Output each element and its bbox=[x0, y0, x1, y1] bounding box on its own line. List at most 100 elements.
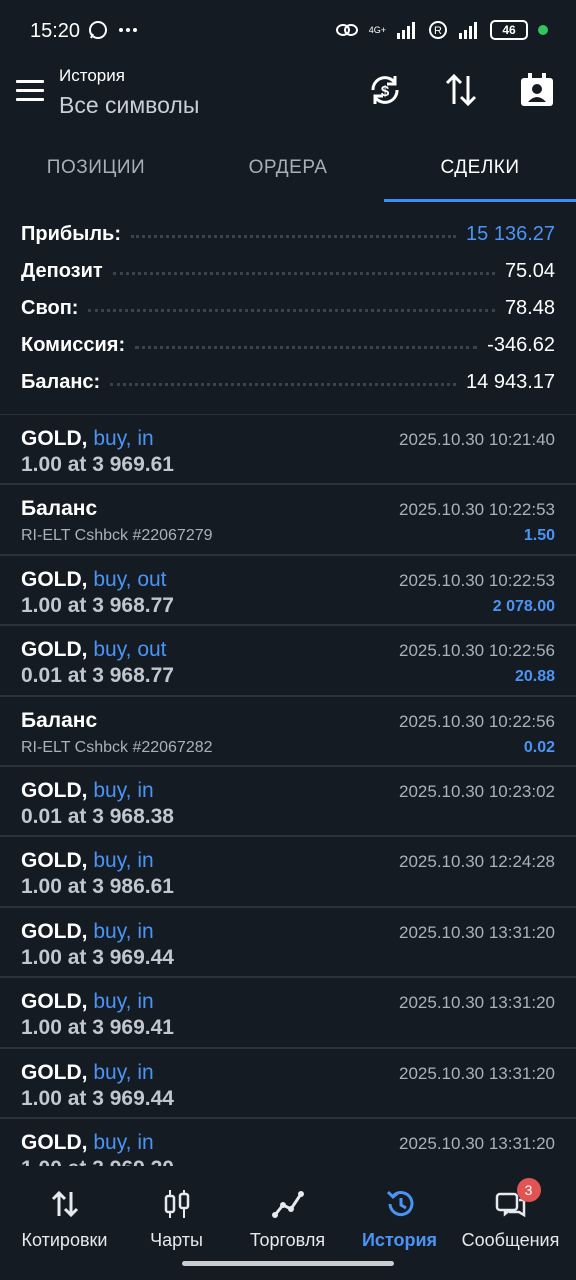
battery-icon: 46 bbox=[490, 20, 528, 40]
deposit-value: 75.04 bbox=[504, 260, 555, 282]
deal-row[interactable]: GOLD, buy, in 1.00 at 3 986.61 2025.10.30 … bbox=[0, 837, 576, 908]
trade-icon bbox=[271, 1191, 304, 1218]
registered-icon: R bbox=[429, 21, 447, 39]
deal-title: Баланс bbox=[21, 497, 97, 521]
deal-detail: 1.00 at 3 986.61 bbox=[21, 875, 174, 899]
deal-time: 2025.10.30 10:23:02 bbox=[399, 781, 555, 801]
summary-swap: Своп: 78.48 bbox=[21, 297, 555, 319]
deal-detail: 1.00 at 3 969.44 bbox=[21, 945, 174, 969]
deal-type: buy, in bbox=[93, 427, 154, 450]
deal-time: 2025.10.30 13:31:20 bbox=[399, 1063, 555, 1083]
nav-messages[interactable]: 3 Сообщения bbox=[453, 1178, 568, 1251]
deal-time: 2025.10.30 13:31:20 bbox=[399, 1133, 555, 1153]
deal-time: 2025.10.30 13:31:20 bbox=[399, 922, 555, 942]
deal-title: GOLD, buy, in bbox=[21, 1061, 154, 1085]
deal-symbol: GOLD, bbox=[21, 1130, 88, 1154]
more-icon bbox=[119, 28, 137, 32]
deal-symbol: GOLD, bbox=[21, 919, 88, 943]
history-icon bbox=[386, 1190, 413, 1217]
deal-row[interactable]: GOLD, buy, in 1.00 at 3 969.41 2025.10.30 … bbox=[0, 978, 576, 1049]
svg-text:$: $ bbox=[381, 83, 390, 100]
deal-symbol: Баланс bbox=[21, 708, 98, 732]
deal-symbol: GOLD, bbox=[21, 778, 88, 802]
signal-icon-2 bbox=[459, 22, 477, 39]
home-indicator[interactable] bbox=[182, 1261, 394, 1266]
deal-row[interactable]: Баланс RI-ELT Cshbck #22067282 2025.10.30 … bbox=[0, 697, 576, 767]
deal-type: buy, out bbox=[93, 567, 167, 591]
report-icon[interactable] bbox=[519, 72, 555, 108]
deal-detail: RI-ELT Cshbck #22067282 bbox=[21, 738, 213, 756]
deal-row[interactable]: GOLD, buy, in 0.01 at 3 968.38 2025.10.30 … bbox=[0, 767, 576, 838]
deal-symbol: GOLD, bbox=[21, 990, 88, 1014]
commission-value: -346.62 bbox=[487, 334, 555, 356]
deal-row[interactable]: GOLD, buy, out 0.01 at 3 968.77 2025.10.30… bbox=[0, 626, 576, 697]
menu-icon[interactable] bbox=[16, 80, 44, 104]
status-time: 15:20 bbox=[30, 20, 81, 42]
deal-row[interactable]: GOLD, buy, in 1.00 at 3 969.20 2025.10.30 … bbox=[0, 1119, 576, 1166]
deal-type: buy, in bbox=[93, 849, 154, 873]
nav-history[interactable]: История bbox=[342, 1188, 457, 1251]
deal-type: buy, out bbox=[93, 638, 167, 662]
deal-symbol: GOLD, bbox=[21, 567, 88, 591]
deal-type: buy, in bbox=[93, 1130, 154, 1154]
summary-balance: Баланс: 14 943.17 bbox=[21, 371, 555, 393]
deal-time: 2025.10.30 10:21:40 bbox=[399, 430, 555, 449]
deal-symbol: GOLD, bbox=[21, 638, 88, 662]
message-count-badge: 3 bbox=[516, 1178, 541, 1202]
deal-detail: 1.00 at 3 969.20 bbox=[21, 1157, 174, 1166]
deal-row[interactable]: GOLD, buy, in 1.00 at 3 969.44 2025.10.30 … bbox=[0, 1049, 576, 1119]
deal-detail: RI-ELT Cshbck #22067279 bbox=[21, 527, 213, 545]
period-sync-icon[interactable]: $ bbox=[367, 72, 403, 108]
tab-positions[interactable]: ПОЗИЦИИ bbox=[0, 134, 192, 202]
deal-profit: 20.88 bbox=[514, 668, 555, 686]
deal-time: 2025.10.30 10:22:56 bbox=[399, 641, 555, 661]
quotes-icon bbox=[51, 1190, 78, 1218]
deal-title: GOLD, buy, in bbox=[21, 779, 154, 803]
deal-title: GOLD, buy, out bbox=[21, 568, 167, 592]
deal-symbol: GOLD, bbox=[21, 849, 88, 873]
summary-commission: Комиссия: -346.62 bbox=[21, 334, 555, 356]
deal-profit: 1.50 bbox=[523, 527, 555, 545]
deal-type: buy, in bbox=[93, 919, 154, 943]
link-icon bbox=[335, 24, 358, 36]
nav-charts[interactable]: Чарты bbox=[119, 1188, 234, 1251]
deals-list[interactable]: GOLD, buy, in 1.00 at 3 969.61 2025.10.30 … bbox=[0, 414, 576, 1166]
deal-title: GOLD, buy, in bbox=[21, 427, 154, 451]
tab-orders[interactable]: ОРДЕРА bbox=[192, 134, 384, 202]
balance-value: 14 943.17 bbox=[466, 371, 555, 393]
deal-time: 2025.10.30 10:22:56 bbox=[399, 711, 555, 731]
sort-icon[interactable] bbox=[443, 72, 479, 108]
deal-type: buy, in bbox=[93, 990, 154, 1014]
signal-icon bbox=[397, 22, 415, 39]
bottom-nav: Котировки Чарты Торговля История 3 Сообщ… bbox=[0, 1166, 576, 1280]
profit-value: 15 136.27 bbox=[466, 223, 555, 245]
deal-detail: 0.01 at 3 968.38 bbox=[21, 804, 174, 828]
symbol-filter[interactable]: Все символы bbox=[59, 92, 199, 119]
swap-value: 78.48 bbox=[504, 297, 555, 319]
tab-bar: ПОЗИЦИИ ОРДЕРА СДЕЛКИ bbox=[0, 134, 576, 202]
deal-time: 2025.10.30 10:22:53 bbox=[399, 570, 555, 590]
page-title: История bbox=[59, 66, 125, 85]
deal-title: GOLD, buy, in bbox=[21, 990, 154, 1014]
deal-time: 2025.10.30 12:24:28 bbox=[399, 852, 555, 872]
svg-text:R: R bbox=[434, 25, 442, 37]
deal-symbol: GOLD, bbox=[21, 427, 88, 450]
deal-detail: 1.00 at 3 969.41 bbox=[21, 1016, 174, 1040]
charging-dot bbox=[538, 25, 548, 35]
deal-detail: 1.00 at 3 968.77 bbox=[21, 593, 174, 617]
nav-trade[interactable]: Торговля bbox=[230, 1188, 345, 1251]
summary-profit: Прибыль: 15 136.27 bbox=[21, 223, 555, 245]
deal-row[interactable]: GOLD, buy, out 1.00 at 3 968.77 2025.10.30… bbox=[0, 556, 576, 627]
deal-title: Баланс bbox=[21, 709, 97, 733]
tab-deals[interactable]: СДЕЛКИ bbox=[384, 134, 576, 202]
deal-detail: 1.00 at 3 969.44 bbox=[21, 1086, 174, 1110]
deal-type: buy, in bbox=[93, 778, 154, 802]
deal-detail: 1.00 at 3 969.61 bbox=[21, 453, 174, 476]
deal-row[interactable]: GOLD, buy, in 1.00 at 3 969.61 2025.10.30 … bbox=[0, 415, 576, 486]
nav-quotes[interactable]: Котировки bbox=[7, 1188, 122, 1251]
deal-row[interactable]: GOLD, buy, in 1.00 at 3 969.44 2025.10.30 … bbox=[0, 908, 576, 979]
summary-panel: Прибыль: 15 136.27 Депозит 75.04 Своп: 7… bbox=[0, 216, 576, 401]
deal-row[interactable]: Баланс RI-ELT Cshbck #22067279 2025.10.30 … bbox=[0, 485, 576, 556]
deal-profit: 2 078.00 bbox=[492, 597, 555, 615]
deal-symbol: GOLD, bbox=[21, 1060, 88, 1084]
